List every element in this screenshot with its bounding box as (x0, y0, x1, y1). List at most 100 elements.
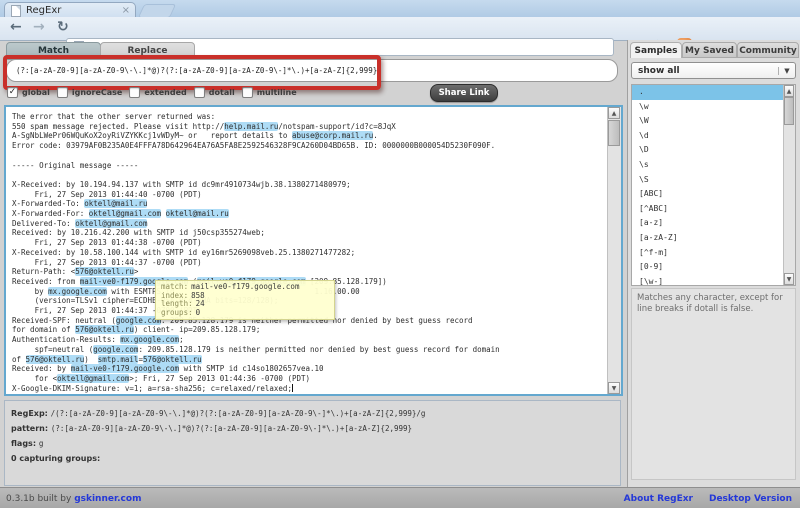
flags-label: flags: (11, 439, 39, 448)
groups-label: 0 capturing groups: (11, 454, 100, 463)
editor-line: of 576@oktell.ru) smtp.mail=576@oktell.r… (12, 355, 500, 365)
editor-line: X-Forwarded-For: oktell@gmail.com oktell… (12, 209, 500, 219)
editor-line: X-Google-DKIM-Signature: v=1; a=rsa-sha2… (12, 384, 500, 394)
editor-lines: The error that the other server returned… (12, 112, 500, 393)
result-flags-row: flags: g (11, 435, 614, 450)
checkbox-ignoreCase[interactable] (57, 87, 68, 98)
editor-line: 550 spam message rejected. Please visit … (12, 122, 500, 132)
sample-item[interactable]: \d (632, 129, 795, 144)
match-highlight: help.mail.ru (224, 122, 278, 131)
flag-ignoreCase[interactable]: ignoreCase (57, 87, 123, 98)
back-button-icon[interactable]: ← (10, 17, 22, 37)
gskinner-link[interactable]: gskinner.com (74, 494, 141, 504)
match-highlight: mx.google.com (48, 287, 107, 296)
reload-button-icon[interactable]: ↻ (57, 17, 69, 37)
tab-close-icon[interactable]: × (122, 5, 130, 16)
match-highlight: smtp.mail (98, 355, 139, 364)
tooltip-value: mail-ve0-f179.google.com (191, 282, 299, 291)
editor-line (12, 151, 500, 161)
match-highlight: 576@oktell.ru (143, 355, 202, 364)
match-highlight: oktell@mail.ru (166, 209, 229, 218)
flag-global[interactable]: ✓global (7, 87, 50, 98)
sample-item[interactable]: [a-zA-Z] (632, 231, 795, 246)
sample-item[interactable]: [^f-m] (632, 246, 795, 261)
samples-scroll-down-icon[interactable]: ▼ (784, 273, 794, 285)
match-highlight: oktell@gmail.com (89, 209, 161, 218)
match-text-editor[interactable]: The error that the other server returned… (4, 105, 623, 396)
sample-item[interactable]: [^ABC] (632, 202, 795, 217)
scroll-down-icon[interactable]: ▼ (608, 382, 620, 394)
sidebar: Samples My Saved Community show all ▼ .\… (627, 40, 800, 487)
match-highlight: oktell@gmail.com (75, 219, 147, 228)
checkbox-multiline[interactable] (242, 87, 253, 98)
scroll-up-icon[interactable]: ▲ (608, 107, 620, 119)
editor-line: Fri, 27 Sep 2013 01:44:38 -0700 (PDT) (12, 238, 500, 248)
regexr-page: RegExr × ← → ↻ www.regexr.com ☆ Match Re… (0, 0, 800, 508)
chevron-down-icon[interactable]: ▼ (778, 67, 795, 75)
editor-line: for domain of 576@oktell.ru) client- ip=… (12, 325, 500, 335)
flag-multiline[interactable]: multiline (242, 87, 297, 98)
editor-line: X-Forwarded-To: oktell@mail.ru (12, 199, 500, 209)
sample-item[interactable]: [a-z] (632, 216, 795, 231)
sample-item[interactable]: \D (632, 143, 795, 158)
browser-tab-strip: RegExr × (0, 0, 800, 17)
browser-toolbar: ← → ↻ www.regexr.com ☆ (0, 17, 800, 41)
flag-label: ignoreCase (72, 88, 123, 97)
samples-scroll-up-icon[interactable]: ▲ (784, 85, 794, 97)
regexp-value: /(?:[a-zA-Z0-9][a-zA-Z0-9\-\.]*@)?(?:[a-… (51, 409, 426, 418)
pattern-label: pattern: (11, 424, 51, 433)
sample-item[interactable]: [ABC] (632, 187, 795, 202)
flag-dotall[interactable]: dotall (194, 87, 235, 98)
sample-description: Matches any character, except for line b… (631, 288, 796, 480)
match-highlight: 576@oktell.ru (26, 355, 85, 364)
match-tooltip: match:mail-ve0-f179.google.comindex:858l… (155, 280, 335, 320)
editor-line: Received: by 10.216.42.200 with SMTP id … (12, 228, 500, 238)
browser-tab[interactable]: RegExr × (4, 2, 136, 18)
forward-button-icon[interactable]: → (33, 17, 45, 37)
match-highlight: abuse@corp.mail.ru (292, 131, 373, 140)
text-cursor (292, 384, 293, 392)
new-tab-button[interactable] (138, 4, 177, 18)
samples-filter-dropdown[interactable]: show all ▼ (631, 62, 796, 79)
checkbox-global[interactable]: ✓ (7, 87, 18, 98)
flag-label: extended (144, 88, 186, 97)
match-highlight: 576@oktell.ru (75, 267, 134, 276)
tooltip-label: groups: (161, 308, 193, 317)
editor-line: Received: by mail-ve0-f179.google.com wi… (12, 364, 500, 374)
samples-scrollbar[interactable]: ▲ ▼ (783, 85, 795, 285)
desktop-version-link[interactable]: Desktop Version (709, 494, 792, 504)
tab-community[interactable]: Community (737, 42, 799, 58)
flag-extended[interactable]: extended (129, 87, 186, 98)
sample-item[interactable]: . (632, 85, 795, 100)
scroll-thumb[interactable] (608, 120, 620, 146)
sample-item[interactable]: \W (632, 114, 795, 129)
match-highlight: 576@oktell.ru (75, 325, 134, 334)
share-link-button[interactable]: Share Link (430, 84, 498, 102)
browser-tab-title: RegExr (26, 5, 122, 16)
sample-item[interactable]: [0-9] (632, 260, 795, 275)
tab-my-saved[interactable]: My Saved (682, 42, 737, 58)
pattern-value: (?:[a-zA-Z0-9][a-zA-Z0-9\-\.]*@)?(?:[a-z… (51, 424, 412, 433)
editor-scrollbar[interactable]: ▲ ▼ (607, 107, 621, 394)
sample-item[interactable]: [\w-] (632, 275, 795, 286)
editor-line: Delivered-To: oktell@gmail.com (12, 219, 500, 229)
flag-label: dotall (209, 88, 235, 97)
checkbox-dotall[interactable] (194, 87, 205, 98)
match-highlight: mail-ve0-f179.google.com (71, 364, 179, 373)
tooltip-value: 0 (196, 308, 201, 317)
sample-item[interactable]: \w (632, 100, 795, 115)
checkbox-extended[interactable] (129, 87, 140, 98)
sample-item[interactable]: \S (632, 173, 795, 188)
sample-item[interactable]: \s (632, 158, 795, 173)
flags-row: ✓global ignoreCase extended dotall multiline (7, 85, 297, 99)
footer-links: About RegExr Desktop Version (624, 494, 800, 504)
tooltip-label: match: (161, 282, 188, 291)
version-prefix: 0.3.1b built by (6, 494, 74, 504)
tab-samples[interactable]: Samples (630, 42, 682, 58)
samples-list: .\w\W\d\D\s\S[ABC][^ABC][a-z][a-zA-Z][^f… (631, 84, 796, 286)
editor-line: The error that the other server returned… (12, 112, 500, 122)
editor-line: Error code: 03979AF0B235A0E4FFFA78D64296… (12, 141, 500, 151)
samples-scroll-thumb[interactable] (784, 97, 794, 125)
result-groups-row: 0 capturing groups: (11, 450, 614, 465)
about-regexr-link[interactable]: About RegExr (624, 494, 693, 504)
